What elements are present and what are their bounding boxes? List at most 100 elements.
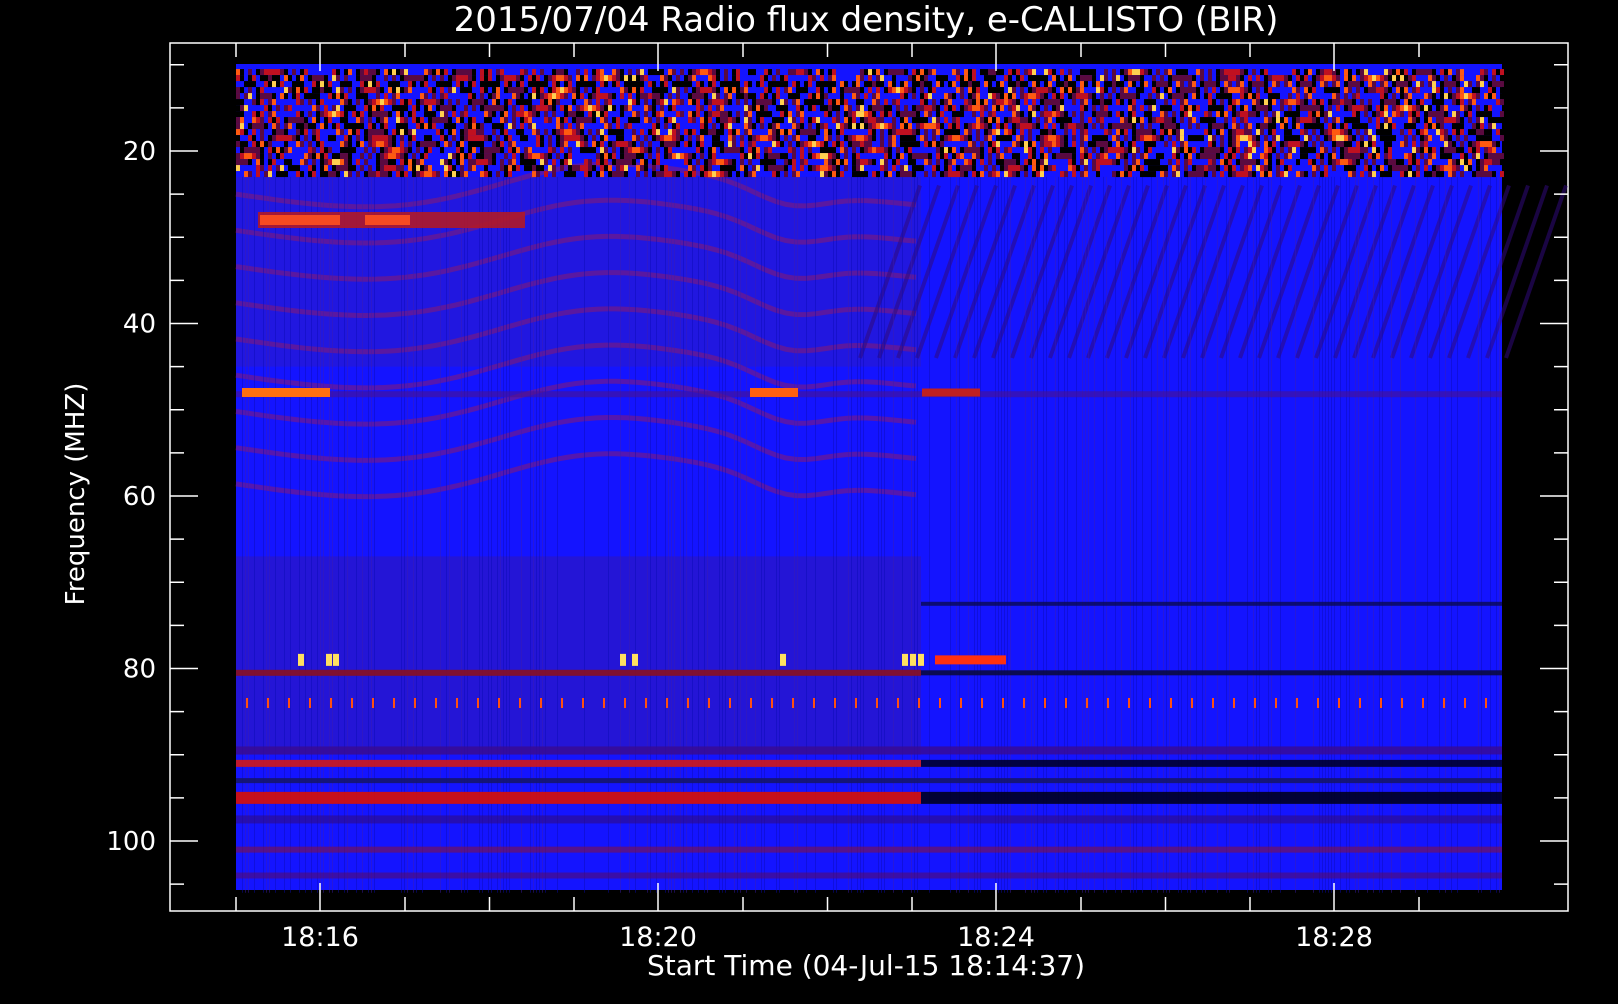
texture-streak (998, 176, 999, 893)
rfi-cell (1184, 153, 1188, 160)
rfi-cell (708, 87, 712, 94)
rfi-cell (940, 99, 944, 106)
rfi-cell (1452, 81, 1456, 88)
rfi-cell (1456, 75, 1460, 82)
rfi-cell (1236, 111, 1240, 118)
rfi-cell (1008, 117, 1012, 124)
rfi-cell (416, 105, 420, 112)
rfi-cell (852, 93, 856, 100)
rfi-cell (560, 75, 564, 82)
rfi-cell (1064, 111, 1068, 118)
spike-84mhz (1359, 698, 1361, 708)
rfi-cell (1020, 165, 1024, 172)
rfi-cell (260, 117, 264, 124)
rfi-cell (528, 75, 532, 82)
rfi-cell (712, 135, 716, 142)
rfi-cell (1404, 99, 1408, 106)
rfi-cell (1032, 147, 1036, 154)
rfi-cell (1244, 87, 1248, 94)
rfi-cell (544, 99, 548, 106)
texture-streak (1415, 176, 1416, 893)
rfi-cell (692, 69, 696, 76)
rfi-cell (924, 93, 928, 100)
rfi-cell (388, 147, 392, 154)
rfi-cell (1440, 171, 1444, 178)
rfi-cell (1372, 135, 1376, 142)
rfi-cell (516, 87, 520, 94)
rfi-cell (1228, 75, 1232, 82)
rfi-cell (344, 99, 348, 106)
rfi-cell (752, 123, 756, 130)
rfi-cell (1124, 123, 1128, 130)
rfi-cell (1384, 147, 1388, 154)
rfi-cell (1492, 147, 1496, 154)
rfi-cell (644, 147, 648, 154)
rfi-cell (428, 171, 432, 178)
rfi-cell (240, 69, 244, 76)
rfi-cell (1400, 81, 1404, 88)
rfi-cell (1300, 105, 1304, 112)
rfi-cell (824, 171, 828, 178)
rfi-cell (1368, 81, 1372, 88)
rfi-cell (488, 159, 492, 166)
rfi-cell (1424, 111, 1428, 118)
rfi-cell (1264, 69, 1268, 76)
rfi-cell (388, 165, 392, 172)
rfi-cell (1276, 135, 1280, 142)
rfi-cell (564, 105, 568, 112)
rfi-cell (760, 117, 764, 124)
rfi-cell (516, 147, 520, 154)
rfi-cell (656, 135, 660, 142)
rfi-cell (464, 129, 468, 136)
rfi-cell (832, 165, 836, 172)
rfi-cell (520, 105, 524, 112)
rfi-cell (296, 75, 300, 82)
rfi-cell (444, 93, 448, 100)
rfi-cell (1260, 99, 1264, 106)
texture-streak (449, 176, 450, 893)
rfi-cell (1188, 153, 1192, 160)
rfi-cell (720, 147, 724, 154)
rfi-cell (764, 165, 768, 172)
rfi-cell (292, 69, 296, 76)
rfi-cell (1080, 111, 1084, 118)
rfi-cell (264, 171, 268, 178)
spike-84mhz (1191, 698, 1193, 708)
texture-streak (305, 176, 306, 893)
rfi-cell (820, 87, 824, 94)
rfi-cell (368, 153, 372, 160)
rfi-cell (688, 165, 692, 172)
rfi-cell (660, 171, 664, 178)
band-89mhz (236, 746, 1502, 755)
rfi-cell (556, 123, 560, 130)
rfi-cell (612, 129, 616, 136)
rfi-cell (828, 171, 832, 178)
rfi-cell (628, 159, 632, 166)
rfi-cell (1384, 123, 1388, 130)
rfi-cell (996, 87, 1000, 94)
rfi-cell (976, 117, 980, 124)
rfi-cell (1028, 93, 1032, 100)
rfi-cell (432, 117, 436, 124)
rfi-cell (1124, 117, 1128, 124)
rfi-cell (344, 141, 348, 148)
rfi-cell (1432, 153, 1436, 160)
rfi-cell (1068, 75, 1072, 82)
spike-84mhz (477, 698, 479, 708)
rfi-cell (1176, 123, 1180, 130)
rfi-cell (424, 153, 428, 160)
rfi-cell (1416, 147, 1420, 154)
rfi-cell (1344, 75, 1348, 82)
rfi-cell (1384, 87, 1388, 94)
rfi-cell (776, 123, 780, 130)
rfi-cell (992, 129, 996, 136)
rfi-cell (324, 147, 328, 154)
rfi-cell (728, 123, 732, 130)
rfi-cell (1340, 153, 1344, 160)
rfi-cell (980, 153, 984, 160)
rfi-cell (932, 165, 936, 172)
spike-84mhz (687, 698, 689, 708)
rfi-cell (1036, 81, 1040, 88)
rfi-cell (1332, 153, 1336, 160)
rfi-cell (592, 93, 596, 100)
